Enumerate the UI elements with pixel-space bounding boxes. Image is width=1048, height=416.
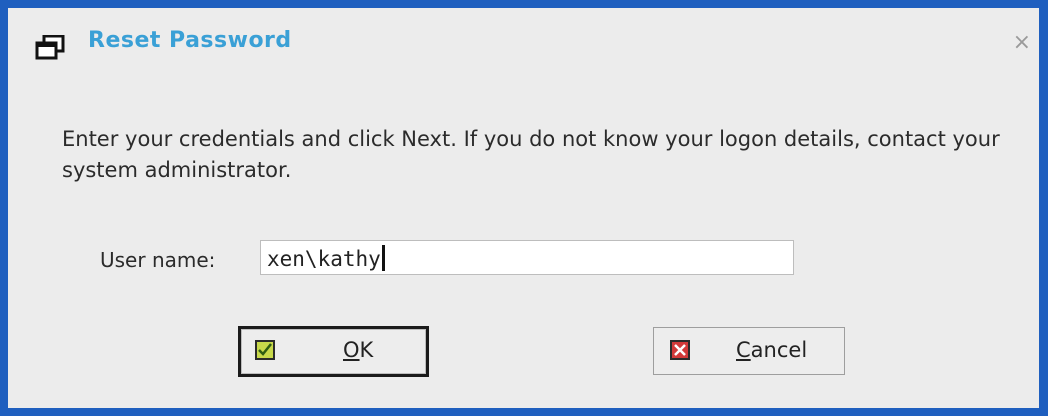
text-caret — [381, 245, 385, 271]
username-label: User name: — [100, 248, 216, 272]
ok-label-rest: K — [359, 338, 374, 362]
ok-button[interactable]: OK — [238, 326, 429, 377]
cancel-x-icon — [670, 340, 690, 360]
cancel-mnemonic: C — [736, 338, 751, 362]
title-bar: Reset Password × — [8, 8, 1039, 80]
cancel-label-rest: ancel — [750, 338, 808, 362]
ok-label: OK — [343, 338, 373, 362]
cancel-button[interactable]: Cancel — [653, 327, 845, 375]
instruction-text: Enter your credentials and click Next. I… — [62, 127, 1000, 182]
username-value: xen\kathy — [267, 247, 381, 271]
checkmark-icon — [255, 340, 275, 360]
reset-password-dialog: Reset Password × Enter your credentials … — [8, 8, 1039, 408]
cancel-label: Cancel — [736, 338, 807, 362]
dialog-title: Reset Password — [88, 28, 292, 53]
close-icon[interactable]: × — [1013, 32, 1031, 54]
ok-mnemonic: O — [343, 338, 360, 362]
window-icon — [35, 35, 65, 60]
username-input[interactable]: xen\kathy — [260, 240, 794, 275]
